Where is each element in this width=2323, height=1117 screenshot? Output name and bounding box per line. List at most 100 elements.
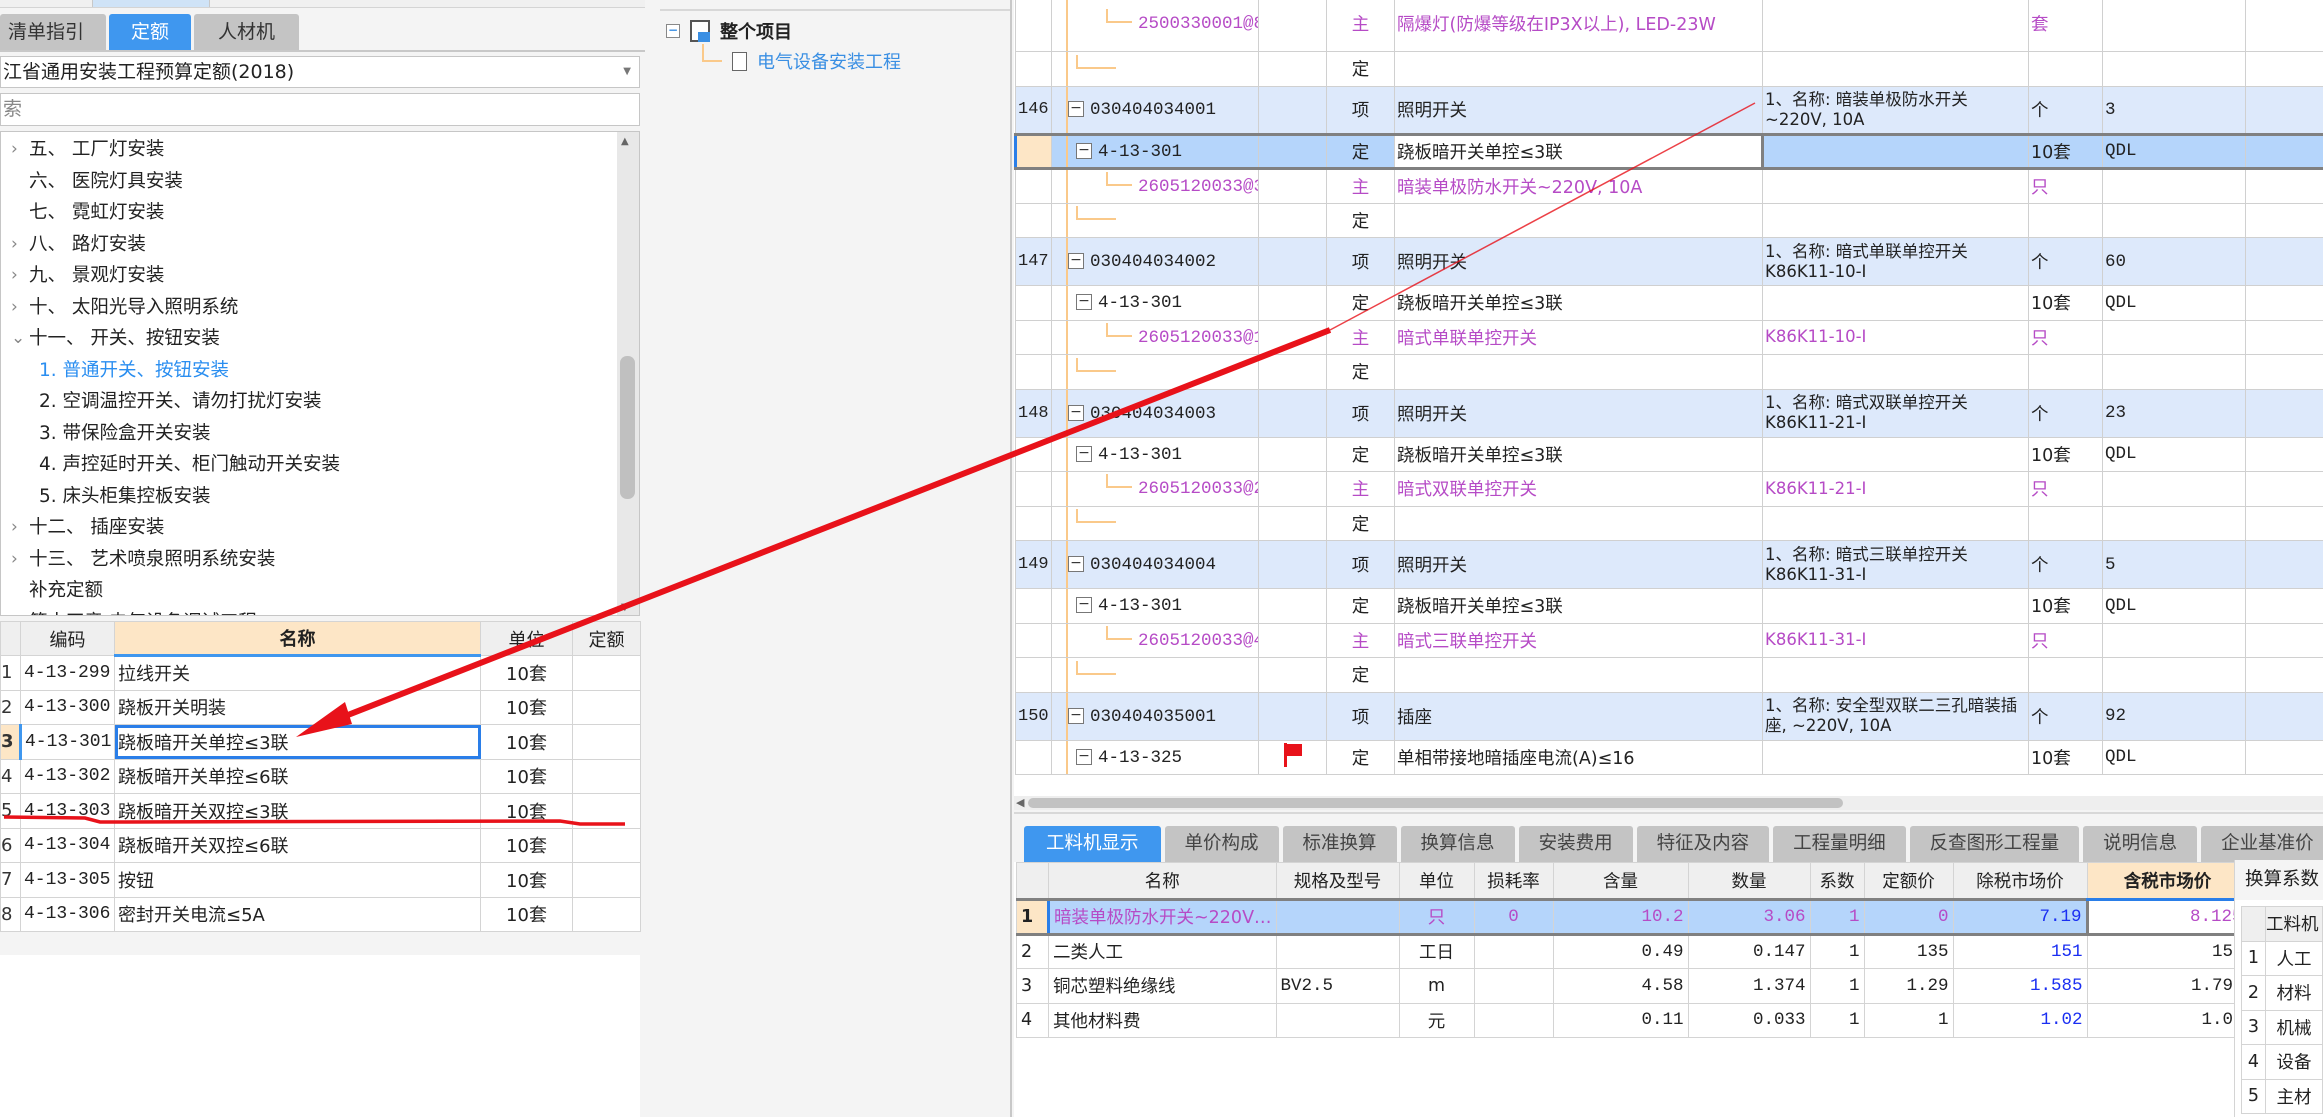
detail-ex-tax[interactable]: 151 [1952, 933, 2088, 969]
item-name[interactable]: 暗式双联单控开关 [1394, 471, 1763, 507]
code-cell[interactable] [1051, 202, 1259, 238]
project-child[interactable]: 电气设备安装工程 [702, 44, 901, 74]
detail-name[interactable]: 铜芯塑料绝缘线 [1048, 968, 1277, 1004]
quota-row[interactable]: 6 4-13-304 跷板暗开关双控≤6联 10套 [0, 827, 641, 863]
quota-row[interactable]: −4-13-325 定单相带接地暗插座电流(A)≤16 10套 QDL [1015, 739, 2323, 775]
detail-row[interactable]: 3 铜芯塑料绝缘线 BV2.5 m 4.58 1.374 1 1.29 1.585 1.791 [1016, 968, 2293, 1004]
flag-cell[interactable] [1258, 739, 1327, 775]
flag-cell[interactable] [1258, 85, 1327, 135]
detail-quota-price[interactable]: 1.29 [1863, 968, 1954, 1004]
quota-price[interactable] [572, 793, 641, 829]
item-name[interactable]: 跷板暗开关单控≤3联 [1394, 285, 1763, 321]
detail-col-header[interactable]: 除税市场价 [1952, 862, 2088, 900]
quota-row[interactable]: 定 [1015, 51, 2323, 87]
item-unit[interactable]: 只 [2028, 622, 2103, 658]
detail-inc-tax[interactable]: 1.791 [2086, 968, 2249, 1004]
detail-loss[interactable] [1473, 933, 1554, 969]
quota-row[interactable]: −4-13-301 定跷板暗开关单控≤3联 10套 QDL [1015, 285, 2323, 321]
scroll-thumb[interactable] [620, 356, 635, 499]
flag-icon[interactable] [1283, 742, 1302, 767]
detail-col-header[interactable]: 损耗率 [1473, 862, 1554, 900]
item-extra[interactable] [2245, 388, 2323, 438]
quota-code[interactable]: 4-13-305 [20, 862, 115, 898]
scroll-up-icon[interactable]: ▲ [621, 136, 629, 147]
item-extra[interactable] [2245, 0, 2323, 52]
hscroll-thumb[interactable] [1028, 798, 1843, 808]
item-feature[interactable] [1762, 51, 2029, 87]
detail-content[interactable]: 0.49 [1552, 933, 1689, 969]
flag-cell[interactable] [1258, 540, 1327, 589]
project-root[interactable]: − 整个项目 [666, 18, 792, 44]
detail-name[interactable]: 暗装单极防水开关~220V… [1047, 898, 1277, 936]
item-quantity[interactable] [2102, 622, 2246, 658]
detail-tab[interactable]: 说明信息 [2083, 826, 2198, 862]
item-name[interactable]: 插座 [1394, 691, 1763, 741]
detail-qty[interactable]: 3.06 [1687, 898, 1811, 936]
item-quantity[interactable]: QDL [2102, 588, 2246, 624]
quota-row[interactable]: 8 4-13-306 密封开关电流≤5A 10套 [0, 896, 641, 932]
detail-tab[interactable]: 安装费用 [1518, 826, 1633, 862]
quota-code[interactable]: 4-13-302 [20, 758, 115, 794]
code-cell[interactable] [1051, 505, 1259, 541]
quota-row[interactable]: 1 4-13-299 拉线开关 10套 [0, 655, 641, 691]
code-cell[interactable]: 2605120033@4 [1051, 622, 1259, 658]
detail-ex-tax[interactable]: 1.02 [1952, 1002, 2088, 1038]
quota-code[interactable]: 4-13-301 [20, 724, 115, 760]
detail-col-header[interactable]: 定额价 [1863, 862, 1954, 900]
code-cell[interactable]: −4-13-301 [1051, 132, 1259, 170]
quota-name[interactable]: 跷板暗开关双控≤6联 [114, 827, 481, 863]
quota-unit[interactable]: 10套 [480, 655, 573, 691]
code-cell[interactable]: 2605120033@2 [1051, 471, 1259, 507]
quota-code[interactable]: 4-13-304 [20, 827, 115, 863]
detail-tab[interactable]: 标准换算 [1282, 826, 1397, 862]
col-header-unit[interactable]: 单位 [480, 621, 573, 656]
detail-col-header[interactable] [1016, 862, 1049, 900]
item-unit[interactable]: 个 [2028, 85, 2103, 135]
flag-cell[interactable] [1258, 436, 1327, 472]
quota-code[interactable]: 4-13-299 [20, 655, 115, 691]
chevron-right-icon[interactable]: › [11, 292, 25, 323]
flag-cell[interactable] [1258, 168, 1327, 204]
item-unit[interactable]: 10套 [2028, 588, 2103, 624]
item-quantity[interactable]: 92 [2102, 691, 2246, 741]
code-cell[interactable]: −4-13-301 [1051, 285, 1259, 321]
conversion-row[interactable]: 3 机械 [2241, 1009, 2323, 1045]
item-unit[interactable]: 个 [2028, 388, 2103, 438]
detail-unit[interactable]: 工日 [1398, 933, 1475, 969]
detail-col-header[interactable]: 规格及型号 [1275, 862, 1400, 900]
detail-spec[interactable] [1275, 1002, 1400, 1038]
detail-tab[interactable]: 单价构成 [1164, 826, 1279, 862]
code-cell[interactable] [1051, 51, 1259, 87]
detail-content[interactable]: 0.11 [1552, 1002, 1689, 1038]
collapse-icon[interactable]: − [1068, 101, 1084, 117]
quota-unit[interactable]: 10套 [480, 793, 573, 829]
quota-row[interactable]: 3 4-13-301 跷板暗开关单控≤3联 10套 [0, 724, 641, 760]
quota-unit[interactable]: 10套 [480, 689, 573, 725]
item-extra[interactable] [2245, 285, 2323, 321]
detail-col-header[interactable]: 系数 [1809, 862, 1865, 900]
quota-row[interactable]: 定 [1015, 354, 2323, 390]
detail-qty[interactable]: 0.033 [1687, 1002, 1811, 1038]
quota-code[interactable]: 4-13-306 [20, 896, 115, 932]
quota-price[interactable] [572, 689, 641, 725]
detail-ex-tax[interactable]: 1.585 [1952, 968, 2088, 1004]
item-feature[interactable] [1762, 132, 2029, 170]
quota-unit[interactable]: 10套 [480, 896, 573, 932]
detail-loss[interactable]: 0 [1473, 898, 1554, 936]
detail-quota-price[interactable]: 0 [1863, 898, 1954, 936]
quota-unit[interactable]: 10套 [480, 724, 573, 760]
item-feature[interactable]: K86K11-10-I [1762, 319, 2029, 355]
quota-code[interactable]: 4-13-303 [20, 793, 115, 829]
quota-row[interactable]: 7 4-13-305 按钮 10套 [0, 862, 641, 898]
detail-spec[interactable] [1275, 933, 1400, 969]
detail-col-header[interactable]: 数量 [1687, 862, 1811, 900]
item-extra[interactable] [2245, 471, 2323, 507]
tree-scrollbar[interactable]: ▲ ▼ [617, 132, 639, 615]
item-feature[interactable] [1762, 657, 2029, 693]
item-extra[interactable] [2245, 132, 2323, 170]
conversion-row[interactable]: 4 设备 [2241, 1044, 2323, 1080]
detail-col-header[interactable]: 单位 [1398, 862, 1475, 900]
item-quantity[interactable]: QDL [2102, 285, 2246, 321]
quota-code[interactable]: 4-13-300 [20, 689, 115, 725]
collapse-icon[interactable]: − [1076, 445, 1092, 462]
